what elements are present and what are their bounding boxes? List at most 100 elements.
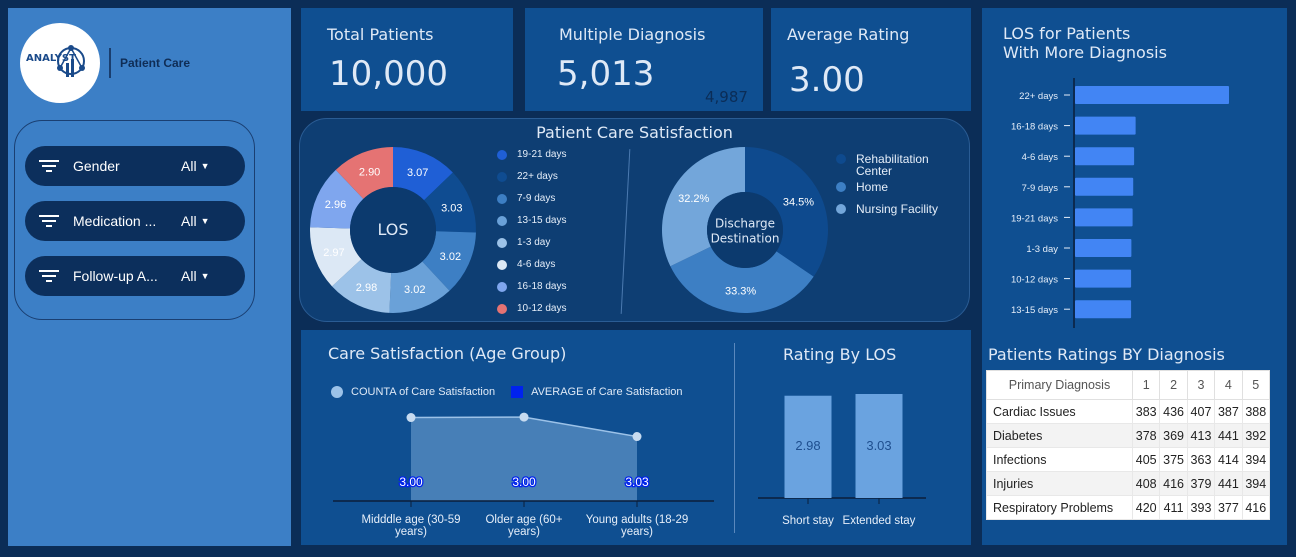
tick-label: 16-18 days	[1011, 122, 1058, 133]
tick-label: 13-15 days	[1011, 305, 1058, 316]
table-cell: Respiratory Problems	[986, 495, 1133, 520]
ratings-table-title: Patients Ratings BY Diagnosis	[988, 345, 1225, 364]
column-header[interactable]: 2	[1159, 370, 1188, 400]
caret-down-icon: ▼	[200, 161, 210, 171]
table-cell: 436	[1159, 399, 1188, 424]
tick-label: 4-6 days	[1022, 152, 1059, 163]
legend-dot-icon	[497, 303, 507, 314]
tick-label: Older age (60+	[485, 514, 562, 526]
legend-dot-icon	[497, 237, 507, 248]
logo-text: ANALYST	[26, 53, 76, 64]
discharge-donut-chart: 34.5% 33.3% 32.2% DischargeDestination	[662, 147, 828, 313]
bar[interactable]	[1075, 239, 1132, 257]
table-cell: 383	[1131, 399, 1161, 424]
page-title: Patient Care	[120, 56, 191, 70]
table-cell: 414	[1214, 447, 1243, 472]
filter-label: Follow-up A...	[73, 268, 158, 284]
chart-divider	[734, 343, 735, 533]
tick-label: Short stay	[782, 515, 834, 527]
table-cell: 394	[1241, 447, 1271, 472]
legend-item[interactable]: 4-6 days	[497, 259, 555, 270]
table-cell: 379	[1186, 471, 1216, 496]
data-point[interactable]	[406, 413, 416, 423]
age-chart-title: Care Satisfaction (Age Group)	[328, 344, 567, 363]
legend-dot-icon	[497, 171, 507, 182]
legend-item[interactable]: Home	[836, 181, 951, 193]
bar[interactable]	[1075, 300, 1132, 319]
kpi-value: 5,013	[557, 54, 655, 94]
legend-item[interactable]: 22+ days	[497, 171, 558, 182]
legend-label: Rehabilitation Center	[856, 152, 929, 178]
filter-medication[interactable]: Medication ... All ▼	[25, 201, 245, 241]
legend-item[interactable]: 13-15 days	[497, 215, 566, 226]
filter-value: All	[181, 158, 197, 174]
legend-label: Home	[856, 180, 889, 194]
column-header[interactable]: Primary Diagnosis	[986, 370, 1133, 400]
slice-label: 2.97	[323, 247, 344, 259]
tick-label: 7-9 days	[1022, 183, 1059, 194]
column-header[interactable]: 3	[1186, 370, 1216, 400]
table-cell: 413	[1186, 423, 1216, 448]
bar[interactable]	[1075, 208, 1133, 227]
bar[interactable]	[1075, 177, 1134, 196]
tick-label: years)	[621, 526, 653, 538]
data-point[interactable]	[519, 412, 529, 422]
slice-label: 33.3%	[725, 285, 756, 297]
table-cell: 392	[1241, 423, 1271, 448]
legend-label: 13-15 days	[517, 215, 567, 226]
patient-care-satisfaction-panel: Patient Care Satisfaction 3.07 3.03 3.02 3.…	[299, 118, 970, 322]
kpi-title: Total Patients	[327, 25, 434, 44]
slice-label: 3.02	[404, 284, 425, 296]
slice-label: 34.5%	[783, 197, 814, 209]
data-point[interactable]	[632, 432, 642, 442]
bar[interactable]	[1075, 269, 1132, 288]
legend-dot-icon	[836, 182, 846, 192]
slice-label: 2.98	[356, 282, 377, 294]
legend-label: Nursing Facility	[856, 202, 939, 216]
bar[interactable]	[1075, 86, 1229, 104]
legend-dot-icon	[331, 386, 343, 398]
care-satisfaction-panel: Care Satisfaction (Age Group) COUNTA of …	[301, 330, 971, 545]
table-cell: 377	[1214, 495, 1243, 520]
filter-label: Medication ...	[73, 213, 157, 229]
table-cell: 388	[1241, 399, 1271, 424]
table-cell: Diabetes	[986, 423, 1133, 448]
bar[interactable]	[1075, 147, 1135, 166]
column-header[interactable]: 1	[1131, 370, 1161, 400]
column-header[interactable]: 4	[1214, 370, 1243, 400]
kpi-multiple-diagnosis: Multiple Diagnosis 5,013 4,987	[525, 8, 763, 111]
slice-label: 3.03	[441, 202, 462, 214]
slice-label: 3.02	[440, 251, 461, 263]
table-cell: 387	[1214, 399, 1243, 424]
age-area-chart: 3.00 3.00 3.03Midddle age (30-59years)Olde…	[333, 412, 714, 538]
legend-item[interactable]: 16-18 days	[497, 281, 566, 292]
kpi-total-patients: Total Patients 10,000	[301, 8, 513, 111]
data-label: 2.98	[795, 438, 820, 453]
table-row: Injuries 408 416 379 441 394	[986, 471, 1271, 496]
column-header[interactable]: 5	[1241, 370, 1271, 400]
kpi-average-rating: Average Rating 3.00	[771, 8, 971, 111]
filter-panel: Gender All ▼ Medication ... All ▼ Follow…	[14, 120, 255, 320]
legend-item[interactable]: Rehabilitation Center	[836, 153, 951, 177]
legend-item[interactable]: 19-21 days	[497, 149, 566, 160]
legend-item[interactable]: 1-3 day	[497, 237, 550, 248]
legend-dot-icon	[497, 215, 507, 226]
table-cell: 405	[1131, 447, 1161, 472]
table-cell: 408	[1131, 471, 1161, 496]
table-cell: 420	[1131, 495, 1161, 520]
table-cell: 416	[1159, 471, 1188, 496]
table-cell: Cardiac Issues	[986, 399, 1133, 424]
legend-label: 1-3 day	[517, 237, 551, 248]
right-panel: LOS for Patients With More Diagnosis 22+…	[982, 8, 1287, 545]
legend-item[interactable]: 10-12 days	[497, 303, 566, 314]
slice-label: 32.2%	[678, 193, 709, 205]
legend-item[interactable]: Nursing Facility	[836, 203, 951, 215]
filter-follow-up[interactable]: Follow-up A... All ▼	[25, 256, 245, 296]
legend-dot-icon	[497, 281, 507, 292]
filter-gender[interactable]: Gender All ▼	[25, 146, 245, 186]
legend-item[interactable]: 7-9 days	[497, 193, 555, 204]
los-bar-title: LOS for Patients With More Diagnosis	[1003, 24, 1167, 62]
bar[interactable]	[1075, 116, 1136, 135]
data-label: 3.03	[625, 475, 649, 489]
donut-center-label: Discharge	[715, 217, 775, 231]
